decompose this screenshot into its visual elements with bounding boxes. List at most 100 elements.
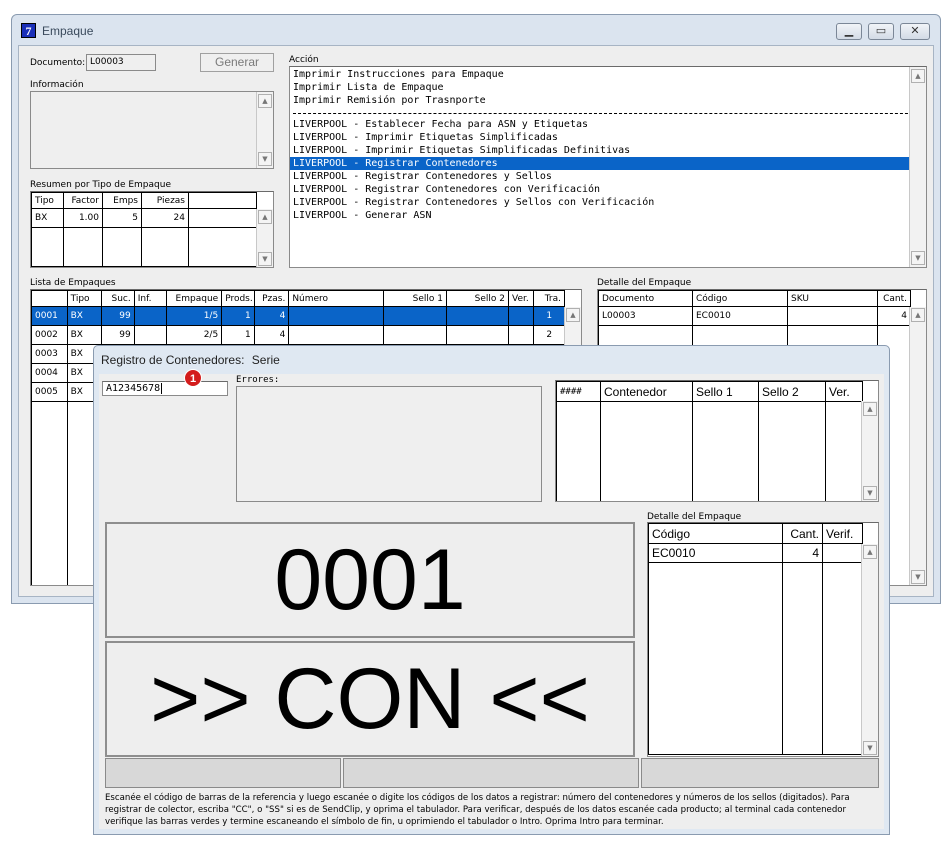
detalle-cell: EC0010 <box>692 306 788 326</box>
documento-field[interactable]: L00003 <box>86 54 156 71</box>
informacion-textarea[interactable]: ▲ ▼ <box>30 91 274 169</box>
dlg-detalle-header: Cant. <box>782 523 823 544</box>
scroll-up-icon[interactable]: ▲ <box>863 545 877 559</box>
lista-label: Lista de Empaques <box>30 278 116 288</box>
documento-label: Documento: <box>30 58 86 68</box>
contenedores-header: Sello 2 <box>758 381 826 402</box>
dialog-detalle-scrollbar[interactable]: ▲ ▼ <box>861 544 878 756</box>
contenedores-grid[interactable]: #### Contenedor Sello 1 Sello 2 Ver. ▲ ▼ <box>555 380 879 502</box>
list-item[interactable]: LIVERPOOL - Registrar Contenedores y Sel… <box>290 170 926 183</box>
detalle-scrollbar[interactable]: ▲ ▼ <box>909 307 926 585</box>
app-icon: 7 <box>21 23 36 38</box>
lista-header: Suc. <box>101 290 135 307</box>
dialog-detalle-grid[interactable]: Código Cant. Verif. EC0010 4 ▲ ▼ <box>647 522 879 757</box>
close-button[interactable]: ✕ <box>900 23 930 40</box>
resumen-header: Tipo <box>31 192 64 209</box>
scroll-down-icon[interactable]: ▼ <box>911 251 925 265</box>
table-row[interactable]: 0002 BX 99 2/5 1 4 2 <box>31 325 565 345</box>
contenedores-scrollbar[interactable]: ▲ ▼ <box>861 401 878 501</box>
lista-cell: BX <box>66 306 103 326</box>
scroll-up-icon[interactable]: ▲ <box>911 308 925 322</box>
scroll-up-icon[interactable]: ▲ <box>911 69 925 83</box>
dlg-detalle-header: Código <box>648 523 783 544</box>
lista-cell <box>382 325 447 345</box>
lista-header: Sello 1 <box>382 290 447 307</box>
lista-header: Número <box>288 290 384 307</box>
list-item[interactable]: Imprimir Instrucciones para Empaque <box>290 68 926 81</box>
informacion-scrollbar[interactable]: ▲ ▼ <box>256 92 273 168</box>
list-item[interactable]: Imprimir Lista de Empaque <box>290 81 926 94</box>
minimize-button[interactable]: ▁ <box>836 23 862 40</box>
lista-cell: 1 <box>221 325 255 345</box>
contenedores-header: Contenedor <box>600 381 693 402</box>
big-status-display: >> CON << <box>105 641 635 757</box>
resumen-cell: 1.00 <box>63 208 103 228</box>
list-item[interactable]: LIVERPOOL - Registrar Contenedores <box>290 157 926 170</box>
lista-cell: 0004 <box>31 363 68 383</box>
lista-header: Tipo <box>66 290 103 307</box>
lista-cell <box>382 306 447 326</box>
resumen-grid[interactable]: Tipo Factor Emps Piezas BX 1.00 5 24 ▲ ▼ <box>30 191 274 268</box>
detalle-header: Cant. <box>877 290 911 307</box>
scroll-up-icon[interactable]: ▲ <box>863 402 877 416</box>
lista-header: Sello 2 <box>445 290 510 307</box>
status-panel-1 <box>105 758 341 788</box>
lista-header: Empaque <box>166 290 223 307</box>
list-item[interactable]: LIVERPOOL - Establecer Fecha para ASN y … <box>290 118 926 131</box>
list-item[interactable]: LIVERPOOL - Registrar Contenedores y Sel… <box>290 196 926 209</box>
resumen-cell: 24 <box>141 208 189 228</box>
detalle-cell: L00003 <box>598 306 693 326</box>
lista-cell: 2 <box>533 325 565 345</box>
dialog-subtitle: Serie <box>251 353 280 367</box>
instructions-text: Escanée el código de barras de la refere… <box>105 793 850 827</box>
informacion-label: Información <box>30 80 84 90</box>
list-item[interactable]: LIVERPOOL - Generar ASN <box>290 209 926 222</box>
lista-cell <box>445 306 510 326</box>
table-row[interactable]: BX 1.00 5 24 <box>31 208 257 228</box>
lista-header: Tra. <box>533 290 565 307</box>
resumen-scrollbar[interactable]: ▲ ▼ <box>256 209 273 267</box>
generar-button[interactable]: Generar <box>200 53 274 72</box>
list-item[interactable]: LIVERPOOL - Registrar Contenedores con V… <box>290 183 926 196</box>
resumen-cell: BX <box>31 208 64 228</box>
lista-cell: 0003 <box>31 344 68 364</box>
table-row[interactable]: 0001 BX 99 1/5 1 4 1 <box>31 306 565 326</box>
dialog-title-text: Registro de Contenedores: <box>101 353 245 367</box>
scroll-down-icon[interactable]: ▼ <box>911 570 925 584</box>
lista-cell: 0002 <box>31 325 68 345</box>
dlg-detalle-cell: EC0010 <box>648 543 783 563</box>
lista-cell <box>133 306 168 326</box>
dialog-detalle-label: Detalle del Empaque <box>647 512 742 522</box>
scroll-up-icon[interactable]: ▲ <box>566 308 580 322</box>
scroll-down-icon[interactable]: ▼ <box>258 152 272 166</box>
detalle-cell <box>787 306 878 326</box>
scroll-up-icon[interactable]: ▲ <box>258 94 272 108</box>
lista-cell <box>288 306 384 326</box>
scan-value: A12345678 <box>106 383 161 394</box>
accion-listbox[interactable]: Imprimir Instrucciones para Empaque Impri… <box>289 66 927 268</box>
scan-input[interactable]: A12345678 <box>102 381 228 396</box>
dlg-detalle-header: Verif. <box>822 523 863 544</box>
accion-scrollbar[interactable]: ▲ ▼ <box>909 67 926 267</box>
table-row[interactable]: EC0010 4 <box>648 543 863 563</box>
table-row[interactable]: L00003 EC0010 4 <box>598 306 911 326</box>
scroll-down-icon[interactable]: ▼ <box>863 741 877 755</box>
scroll-down-icon[interactable]: ▼ <box>863 486 877 500</box>
lista-header: Prods. <box>221 290 255 307</box>
scroll-down-icon[interactable]: ▼ <box>258 252 272 266</box>
lista-cell <box>508 325 535 345</box>
status-panel-3 <box>641 758 879 788</box>
contenedores-header: Ver. <box>825 381 863 402</box>
list-item[interactable]: LIVERPOOL - Imprimir Etiquetas Simplific… <box>290 131 926 144</box>
list-item[interactable]: LIVERPOOL - Imprimir Etiquetas Simplific… <box>290 144 926 157</box>
list-item[interactable]: Imprimir Remisión por Trasnporte <box>290 94 926 107</box>
lista-header: Pzas. <box>253 290 290 307</box>
lista-cell: 99 <box>101 325 135 345</box>
resumen-cell: 5 <box>102 208 142 228</box>
lista-cell <box>288 325 384 345</box>
scroll-up-icon[interactable]: ▲ <box>258 210 272 224</box>
maximize-button[interactable]: ▭ <box>868 23 894 40</box>
lista-cell: 4 <box>253 306 290 326</box>
contenedores-header: #### <box>556 381 601 402</box>
dlg-detalle-cell: 4 <box>782 543 823 563</box>
